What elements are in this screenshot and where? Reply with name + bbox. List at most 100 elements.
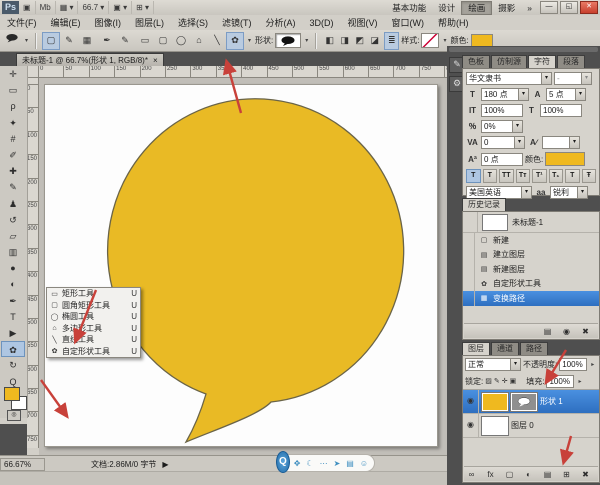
context-menu-item[interactable]: ⌂ 多边形工具 U: [47, 323, 140, 335]
blend-mode-select[interactable]: 正常: [465, 358, 521, 371]
toolbox-tool-icon[interactable]: ↻: [1, 357, 25, 373]
opacity-field[interactable]: 100%: [559, 358, 587, 371]
panel-tab[interactable]: 历史记录: [462, 198, 506, 211]
panel-tab[interactable]: 仿制源: [491, 55, 527, 68]
history-state-row[interactable]: ▢ 新建: [463, 233, 599, 248]
vertical-scale-field[interactable]: 100%: [481, 104, 523, 117]
lock-icon[interactable]: ▨: [485, 377, 492, 385]
text-style-button[interactable]: TT: [499, 169, 514, 183]
layer-thumbnail[interactable]: [482, 393, 508, 411]
history-state-row[interactable]: ▤ 新建图层: [463, 262, 599, 277]
workspace-overflow-icon[interactable]: »: [521, 2, 538, 14]
app-bar-icon[interactable]: ⊞ ▾: [132, 1, 154, 14]
history-source-cell[interactable]: [463, 233, 475, 248]
history-state-row[interactable]: ▦ 变换路径: [463, 291, 599, 306]
font-size-select[interactable]: 180 点: [481, 88, 529, 101]
text-style-button[interactable]: T: [483, 169, 498, 183]
layers-footer-icon[interactable]: fx: [484, 469, 497, 480]
layers-footer-icon[interactable]: ⊞: [560, 469, 573, 480]
toolbox-tool-icon[interactable]: T: [1, 309, 25, 325]
tool-preset-icon[interactable]: [3, 32, 21, 50]
overlay-icon[interactable]: ⋯: [320, 459, 328, 468]
menu-item[interactable]: 3D(D): [303, 16, 341, 30]
opacity-spinner-icon[interactable]: ▸: [589, 361, 596, 368]
workspace-button[interactable]: 设计: [432, 2, 461, 14]
toolbox-tool-icon[interactable]: ↺: [1, 212, 25, 228]
toolbox-tool-icon[interactable]: ✦: [1, 115, 25, 131]
visibility-eye-icon[interactable]: ◉: [463, 390, 479, 413]
overlay-icon[interactable]: ✥: [294, 459, 301, 468]
overlay-icon[interactable]: ➤: [334, 459, 341, 468]
text-style-button[interactable]: Tᴛ: [516, 169, 531, 183]
pen-tool-icon[interactable]: ✎: [116, 32, 134, 50]
shape-tool-icon[interactable]: ✿: [226, 32, 244, 50]
shape-preview-dropdown-icon[interactable]: ▾: [303, 37, 310, 44]
overlay-icon[interactable]: ▤: [346, 459, 354, 468]
app-bar-icon[interactable]: ▣: [19, 1, 36, 14]
minimize-button[interactable]: —: [540, 1, 558, 14]
toolbox-tool-icon[interactable]: ▱: [1, 228, 25, 244]
history-source-cell[interactable]: [463, 291, 475, 306]
context-menu-item[interactable]: ✿ 自定形状工具 U: [47, 346, 140, 358]
shape-tool-icon[interactable]: ⌂: [190, 32, 208, 50]
toolbox-tool-icon[interactable]: ✐: [1, 147, 25, 163]
fill-spinner-icon[interactable]: ▸: [576, 378, 583, 385]
menu-item[interactable]: 滤镜(T): [215, 16, 259, 30]
shape-tool-icon[interactable]: ╲: [208, 32, 226, 50]
toolbox-tool-icon[interactable]: #: [1, 131, 25, 147]
menu-item[interactable]: 分析(A): [259, 16, 303, 30]
app-bar-icon[interactable]: Mb: [36, 1, 56, 14]
font-family-select[interactable]: 华文隶书: [466, 72, 552, 85]
horizontal-scale-field[interactable]: 100%: [540, 104, 582, 117]
document-tab[interactable]: 未标题-1 @ 66.7%(形状 1, RGB/8)* ×: [16, 53, 164, 67]
path-op-icon[interactable]: ◨: [337, 32, 352, 50]
shape-tool-icon[interactable]: ◯: [172, 32, 190, 50]
path-op-icon[interactable]: ◪: [367, 32, 382, 50]
workspace-button[interactable]: 摄影: [492, 2, 521, 14]
close-button[interactable]: ✕: [580, 1, 598, 14]
layers-footer-icon[interactable]: ✖: [579, 469, 592, 480]
font-style-select[interactable]: -: [554, 72, 592, 85]
lock-icon[interactable]: ✛: [502, 377, 508, 385]
layers-footer-icon[interactable]: ▢: [503, 469, 516, 480]
tracking-select[interactable]: 0: [481, 136, 525, 149]
leading-select[interactable]: 5 点: [546, 88, 586, 101]
toolbox-tool-icon[interactable]: ✚: [1, 163, 25, 179]
draw-mode-button[interactable]: ▢: [42, 32, 60, 50]
style-picker[interactable]: [421, 33, 439, 48]
workspace-button[interactable]: 基本功能: [386, 2, 432, 14]
history-footer-icon[interactable]: ◉: [560, 326, 573, 337]
toolbox-tool-icon[interactable]: ρ: [1, 98, 25, 114]
layers-footer-icon[interactable]: ▤: [541, 469, 554, 480]
history-footer-icon[interactable]: ▤: [541, 326, 554, 337]
menu-item[interactable]: 视图(V): [341, 16, 385, 30]
layer-row[interactable]: ◉ 图层 0: [463, 414, 599, 438]
draw-mode-button[interactable]: ✎: [60, 32, 78, 50]
text-style-button[interactable]: T: [466, 169, 481, 183]
layers-footer-icon[interactable]: ∞: [465, 469, 478, 480]
text-style-button[interactable]: Ŧ: [582, 169, 597, 183]
baseline-shift-field[interactable]: 0 点: [481, 153, 523, 166]
path-op-icon[interactable]: ◩: [352, 32, 367, 50]
panel-tab[interactable]: 通道: [491, 342, 519, 355]
pen-tool-icon[interactable]: ✒: [98, 32, 116, 50]
restore-button[interactable]: ◱: [560, 1, 578, 14]
path-op-icon[interactable]: ◧: [322, 32, 337, 50]
toolbox-tool-icon[interactable]: ✛: [1, 66, 25, 82]
history-state-row[interactable]: ▤ 建立图层: [463, 248, 599, 263]
text-color-swatch[interactable]: [545, 152, 585, 166]
panel-tab[interactable]: 段落: [557, 55, 585, 68]
toolbox-tool-icon[interactable]: ✒: [1, 293, 25, 309]
snapshot-label[interactable]: 未标题-1: [512, 217, 543, 228]
fill-field[interactable]: 100%: [546, 375, 574, 388]
app-bar-icon[interactable]: ▣ ▾: [109, 1, 132, 14]
status-expand-icon[interactable]: ▶: [162, 460, 168, 469]
layer-name[interactable]: 图层 0: [511, 420, 534, 431]
layer-name[interactable]: 形状 1: [540, 396, 563, 407]
panel-tab[interactable]: 图层: [462, 342, 490, 355]
text-style-button[interactable]: T₁: [549, 169, 564, 183]
app-bar-icon[interactable]: 66.7 ▾: [78, 1, 109, 14]
history-source-cell[interactable]: [463, 277, 475, 292]
history-footer-icon[interactable]: ✖: [579, 326, 592, 337]
menu-item[interactable]: 窗口(W): [385, 16, 432, 30]
